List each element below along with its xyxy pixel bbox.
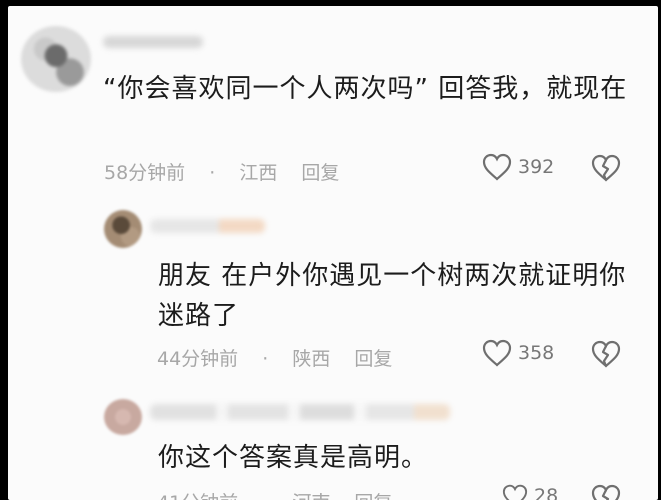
like-count: 358 <box>518 342 555 364</box>
broken-heart-icon <box>591 340 621 368</box>
comment-text: 你这个答案真是高明。 <box>158 443 429 473</box>
username-blurred[interactable] <box>150 219 265 233</box>
dislike-button[interactable] <box>591 154 621 187</box>
comment-meta: 41分钟前 · 河南 回复 <box>157 488 410 500</box>
comment-time: 44分钟前 <box>157 348 239 370</box>
meta-separator: · <box>262 492 268 500</box>
heart-icon <box>482 153 512 181</box>
reply-button[interactable]: 回复 <box>301 162 339 184</box>
broken-heart-icon <box>591 484 621 500</box>
reply-button[interactable]: 回复 <box>354 492 392 500</box>
comment-time: 58分钟前 <box>104 162 186 184</box>
comment-meta: 58分钟前 · 江西 回复 <box>104 158 357 185</box>
like-count: 28 <box>534 485 559 500</box>
comment-meta: 44分钟前 · 陕西 回复 <box>157 344 410 371</box>
reply-button[interactable]: 回复 <box>354 348 392 370</box>
avatar[interactable] <box>21 26 91 92</box>
username-blurred[interactable] <box>103 36 203 48</box>
avatar[interactable] <box>104 210 142 248</box>
comment-panel: “你会喜欢同一个人两次吗” 回答我，就现在 58分钟前 · 江西 回复 392 … <box>8 6 658 500</box>
meta-separator: · <box>209 162 216 184</box>
comment-text: “你会喜欢同一个人两次吗” 回答我，就现在 <box>103 74 628 104</box>
heart-icon <box>482 339 512 367</box>
heart-icon <box>502 484 528 500</box>
broken-heart-icon <box>591 154 621 182</box>
comment-location: 河南 <box>292 492 330 500</box>
dislike-button[interactable] <box>591 340 621 373</box>
like-count: 392 <box>518 156 555 178</box>
screen-frame: “你会喜欢同一个人两次吗” 回答我，就现在 58分钟前 · 江西 回复 392 … <box>0 0 661 500</box>
comment-location: 陕西 <box>292 348 331 370</box>
comment-text: 朋友 在户外你遇见一个树两次就证明你迷路了 <box>158 261 627 331</box>
like-button[interactable]: 358 <box>482 339 554 367</box>
comment-location: 江西 <box>239 162 278 184</box>
like-button[interactable]: 28 <box>502 484 558 500</box>
meta-separator: · <box>262 348 269 370</box>
username-blurred[interactable] <box>150 404 450 420</box>
comment-time: 41分钟前 <box>157 492 238 500</box>
like-button[interactable]: 392 <box>482 153 554 181</box>
avatar[interactable] <box>104 399 142 435</box>
dislike-button[interactable] <box>591 484 621 500</box>
